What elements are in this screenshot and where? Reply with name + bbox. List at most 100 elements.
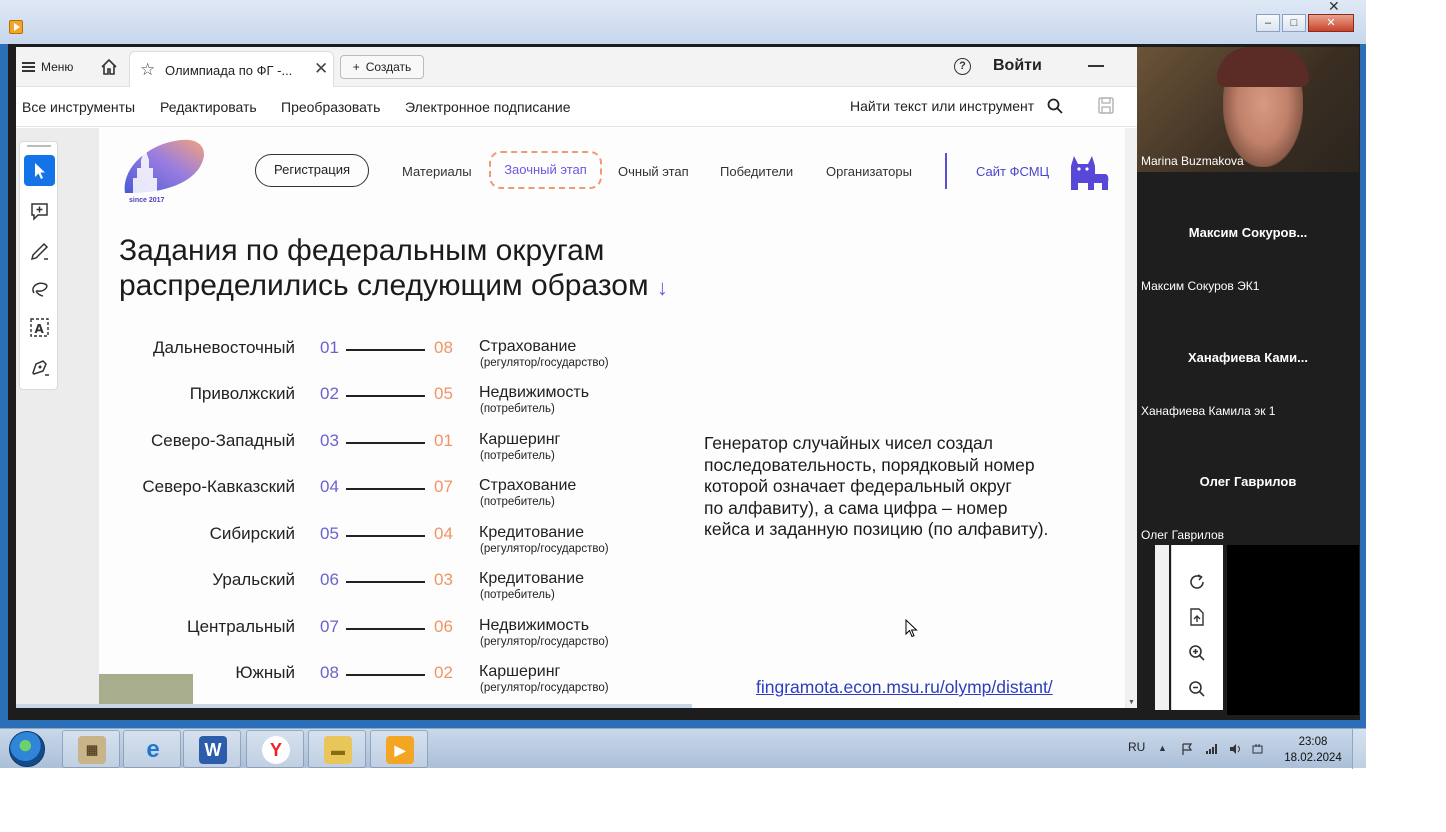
taskbar-app-player[interactable]: ▶: [370, 730, 428, 768]
system-clock[interactable]: 23:08 18.02.2024: [1284, 734, 1342, 766]
case-position: (потребитель): [480, 403, 555, 415]
district-name: Южный: [235, 663, 295, 682]
maximize-button[interactable]: □: [1282, 14, 1306, 32]
district-row: Центральный 07 06 Недвижимость (регулято…: [99, 617, 659, 663]
district-number: 08: [320, 663, 339, 682]
pdf-page: since 2017 Регистрация Материалы Заочный…: [99, 128, 1125, 708]
nav-organizers[interactable]: Организаторы: [826, 164, 912, 179]
taskbar-app-ie[interactable]: e: [123, 730, 181, 768]
case-name: Кредитование: [479, 570, 584, 587]
folder-icon: ▬: [324, 736, 352, 764]
secondary-scrollbar[interactable]: [1155, 545, 1169, 710]
power-icon[interactable]: [1252, 743, 1264, 755]
home-icon[interactable]: [100, 58, 118, 76]
network-icon[interactable]: [1205, 743, 1217, 755]
olympiad-logo: since 2017: [119, 138, 207, 208]
document-extract-icon[interactable]: [1188, 608, 1206, 626]
case-number: 06: [434, 617, 453, 636]
logo-since-text: since 2017: [129, 197, 165, 204]
highlight-tool[interactable]: [24, 234, 55, 265]
case-position: (потребитель): [480, 450, 555, 462]
district-number: 02: [320, 384, 339, 403]
find-tool-label[interactable]: Найти текст или инструмент: [850, 98, 1034, 114]
svg-text:A: A: [35, 322, 45, 336]
zoom-out-icon[interactable]: [1188, 680, 1206, 698]
video-background: [1227, 545, 1359, 715]
tray-expand-icon[interactable]: ▲: [1158, 743, 1170, 755]
search-icon[interactable]: [1047, 98, 1063, 114]
district-row: Северо-Кавказский 04 07 Страхование (пот…: [99, 477, 659, 523]
taskbar-app-word[interactable]: W: [183, 730, 241, 768]
text-recognition-tool[interactable]: A: [24, 312, 55, 343]
action-center-flag-icon[interactable]: [1181, 743, 1193, 755]
start-button[interactable]: [9, 731, 45, 767]
taskbar-app-explorer[interactable]: ▬: [308, 730, 366, 768]
nav-materials[interactable]: Материалы: [402, 164, 472, 179]
nav-registration-button[interactable]: Регистрация: [255, 154, 369, 187]
palette-grip[interactable]: [27, 145, 51, 147]
nav-correspondence-stage[interactable]: Заочный этап: [489, 151, 602, 189]
district-name: Дальневосточный: [152, 338, 295, 357]
clock-time: 23:08: [1298, 736, 1328, 748]
close-button[interactable]: ✕: [1308, 14, 1354, 32]
vertical-scrollbar[interactable]: ▼: [1126, 128, 1137, 708]
participant-tile-name: Ханафиева Ками...: [1187, 350, 1308, 365]
save-icon[interactable]: [1098, 97, 1114, 114]
language-indicator[interactable]: RU: [1128, 740, 1145, 754]
sign-tool[interactable]: [24, 351, 55, 382]
case-number: 05: [434, 384, 453, 403]
signin-button[interactable]: Войти: [993, 57, 1042, 75]
mouse-cursor-icon: [905, 619, 918, 638]
draw-tool[interactable]: [24, 273, 55, 304]
nav-fsmc-site[interactable]: Сайт ФСМЦ: [976, 164, 1049, 179]
clock-date: 18.02.2024: [1284, 752, 1342, 764]
district-name: Северо-Западный: [150, 431, 295, 450]
participant-video[interactable]: Marina Buzmakova: [1137, 47, 1359, 172]
collapse-icon[interactable]: [1088, 65, 1104, 67]
screen: ✕ – □ ✕ Меню ☆ Олимпиада по ФГ -... ✕ + …: [0, 0, 1446, 832]
plus-icon: +: [352, 60, 360, 74]
convert-button[interactable]: Преобразовать: [281, 99, 380, 115]
generator-description: Генератор случайных чисел создал последо…: [704, 433, 1094, 541]
add-comment-tool[interactable]: [24, 195, 55, 226]
fountain-pen-icon: [32, 360, 49, 376]
generator-text-line: Генератор случайных чисел создал: [704, 433, 993, 453]
background-close-icon[interactable]: ✕: [1328, 0, 1340, 15]
create-button[interactable]: + Создать: [340, 55, 424, 79]
slide-heading: Задания по федеральным округам распредел…: [119, 233, 668, 305]
heading-line-2: распределились следующим образом: [119, 269, 649, 302]
create-label: Создать: [365, 60, 412, 74]
scroll-down-icon[interactable]: ▼: [1128, 699, 1135, 706]
all-tools-button[interactable]: Все инструменты: [22, 99, 135, 115]
edit-button[interactable]: Редактировать: [160, 99, 257, 115]
connector-line: [346, 581, 425, 583]
esign-button[interactable]: Электронное подписание: [405, 99, 571, 115]
case-number: 03: [434, 570, 453, 589]
case-position: (регулятор/государство): [480, 636, 609, 648]
taskbar-app-yandex[interactable]: Y: [246, 730, 304, 768]
star-icon[interactable]: ☆: [140, 60, 155, 80]
rotate-icon[interactable]: [1188, 573, 1206, 591]
connector-line: [346, 442, 425, 444]
participant-tile-name: Максим Сокуров...: [1188, 225, 1308, 240]
menu-button[interactable]: Меню: [22, 57, 73, 77]
help-icon[interactable]: ?: [954, 58, 971, 75]
horizontal-scrollbar[interactable]: [16, 704, 692, 708]
nav-winners[interactable]: Победители: [720, 164, 793, 179]
minimize-button[interactable]: –: [1256, 14, 1280, 32]
tab-close-icon[interactable]: ✕: [314, 59, 328, 79]
taskbar-app-archiver[interactable]: ▦: [62, 730, 120, 768]
olympiad-link[interactable]: fingramota.econ.msu.ru/olymp/distant/: [756, 677, 1053, 698]
acrobat-tabbar: Меню ☆ Олимпиада по ФГ -... ✕ + Создать …: [16, 47, 1137, 87]
volume-icon[interactable]: [1229, 743, 1241, 755]
case-name: Каршеринг: [479, 663, 561, 680]
district-name: Приволжский: [189, 384, 295, 403]
document-area: A since 2017 Регистрация Материалы Заочн…: [16, 128, 1137, 708]
select-tool[interactable]: [24, 155, 55, 186]
document-tab[interactable]: ☆ Олимпиада по ФГ -... ✕: [129, 51, 334, 87]
district-row: Дальневосточный 01 08 Страхование (регул…: [99, 338, 659, 384]
nav-fulltime-stage[interactable]: Очный этап: [618, 164, 689, 179]
show-desktop-button[interactable]: [1352, 729, 1366, 769]
zoom-in-icon[interactable]: [1188, 644, 1206, 662]
generator-text-line: по алфавиту), а сама цифра – номер: [704, 497, 1008, 518]
